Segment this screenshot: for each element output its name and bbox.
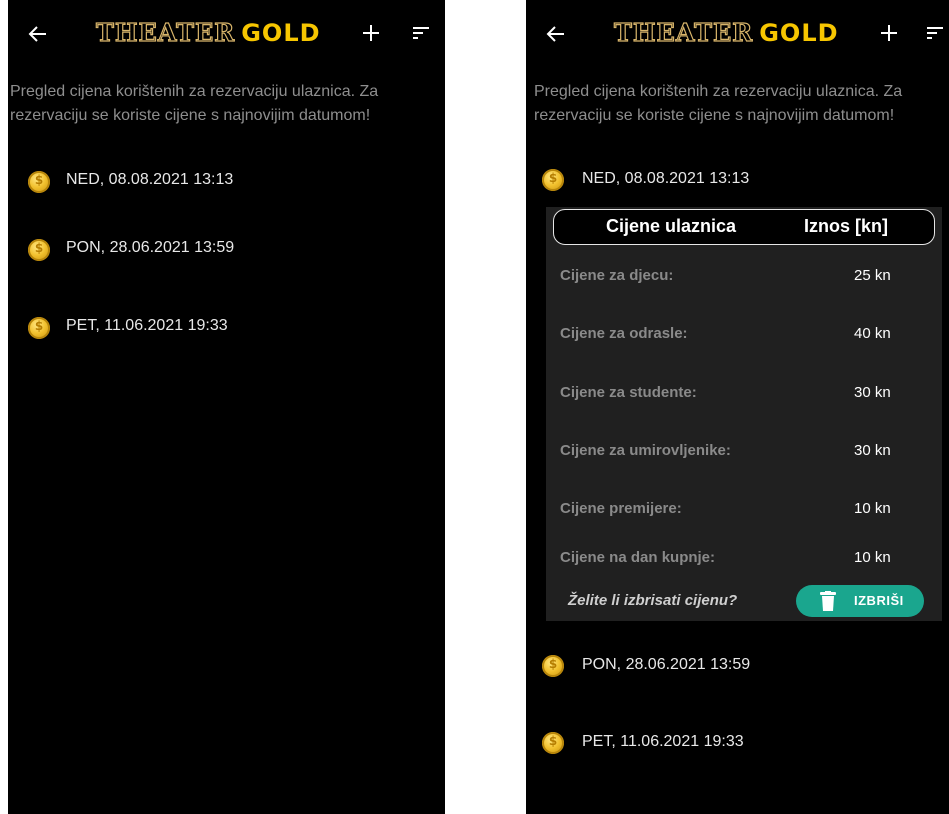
price-list-item[interactable]: PET, 11.06.2021 19:33 (8, 308, 445, 348)
price-list-date: PET, 11.06.2021 19:33 (582, 733, 744, 750)
arrow-left-icon[interactable] (544, 22, 568, 46)
price-list-date: PON, 28.06.2021 13:59 (582, 656, 751, 673)
app-title-theater: THEATER (613, 17, 754, 47)
price-amount: 30 kn (854, 442, 891, 459)
price-label: Cijene za djecu: (560, 267, 674, 284)
price-list-date: NED, 08.08.2021 13:13 (582, 170, 750, 187)
price-list-item[interactable]: PON, 28.06.2021 13:59 (8, 230, 445, 270)
app-title: THEATER GOLD (95, 17, 321, 52)
app-title-gold: GOLD (759, 19, 839, 47)
price-label: Cijene za odrasle: (560, 325, 688, 342)
coin-icon (28, 317, 50, 339)
coin-icon (28, 239, 50, 261)
price-list-date: PET, 11.06.2021 19:33 (66, 317, 228, 334)
delete-button-label: IZBRIŠI (854, 593, 904, 608)
description-text: Pregled cijena korištenih za rezervaciju… (534, 83, 903, 124)
arrow-left-icon[interactable] (26, 22, 50, 46)
app-bar: THEATER GOLD (526, 0, 949, 70)
price-amount: 10 kn (854, 549, 891, 566)
price-row: Cijene na dan kupnje: 10 kn (546, 531, 942, 589)
header-amount: Iznos [kn] (804, 216, 888, 236)
price-amount: 40 kn (854, 325, 891, 342)
price-list-item[interactable]: PON, 28.06.2021 13:59 (526, 646, 949, 686)
coin-icon (542, 655, 564, 677)
app-title-theater: THEATER (95, 17, 236, 47)
app-bar: THEATER GOLD (8, 0, 445, 70)
price-row: Cijene za umirovljenike: 30 kn (546, 424, 942, 482)
price-table-header: Cijene ulaznica Iznos [kn] (553, 209, 935, 245)
app-title: THEATER GOLD (613, 17, 839, 52)
sort-icon[interactable] (924, 24, 946, 42)
trash-icon (820, 591, 836, 611)
price-label: Cijene premijere: (560, 500, 682, 517)
price-details-panel: Cijene ulaznica Iznos [kn] Cijene za dje… (546, 207, 942, 621)
delete-button[interactable]: IZBRIŠI (796, 585, 924, 617)
description-text: Pregled cijena korištenih za rezervaciju… (10, 83, 379, 124)
plus-icon[interactable] (878, 22, 900, 44)
price-list-item-expanded[interactable]: NED, 08.08.2021 13:13 (526, 160, 949, 200)
price-list-item[interactable]: PET, 11.06.2021 19:33 (526, 723, 949, 763)
price-list-date: NED, 08.08.2021 13:13 (66, 171, 234, 188)
price-amount: 10 kn (854, 500, 891, 517)
price-label: Cijene za umirovljenike: (560, 442, 731, 459)
header-ticket-prices: Cijene ulaznica (606, 216, 737, 236)
price-amount: 30 kn (854, 384, 891, 401)
screen-expanded: THEATER GOLD Pregled cijena korištenih za… (526, 0, 949, 814)
price-label: Cijene na dan kupnje: (560, 549, 716, 566)
plus-icon[interactable] (360, 22, 382, 44)
coin-icon (542, 732, 564, 754)
price-label: Cijene za studente: (560, 384, 697, 401)
price-list-date: PON, 28.06.2021 13:59 (66, 239, 235, 256)
price-row: Cijene za odrasle: 40 kn (546, 307, 942, 365)
sort-icon[interactable] (410, 24, 432, 42)
coin-icon (542, 169, 564, 191)
price-amount: 25 kn (854, 267, 891, 284)
app-title-gold: GOLD (241, 19, 321, 47)
price-row: Cijene za studente: 30 kn (546, 366, 942, 424)
price-row: Cijene za djecu: 25 kn (546, 249, 942, 307)
coin-icon (28, 171, 50, 193)
screen-collapsed: THEATER GOLD Pregled cijena korištenih za… (8, 0, 445, 814)
delete-question: Želite li izbrisati cijenu? (568, 592, 738, 609)
price-list-item[interactable]: NED, 08.08.2021 13:13 (8, 162, 445, 202)
